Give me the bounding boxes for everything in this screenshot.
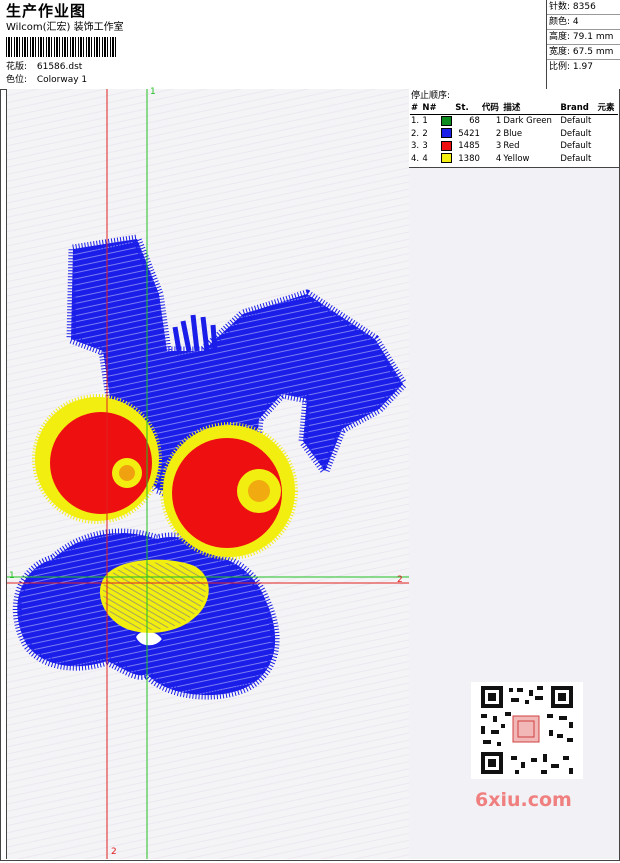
page-title: 生产作业图 xyxy=(6,2,87,20)
stats-panel: 针数: 8356 颜色: 4 高度: 79.1 mm 宽度: 67.5 mm 比… xyxy=(546,0,620,89)
color-swatch-yellow xyxy=(440,153,452,163)
pattern-value: 61586.dst xyxy=(36,62,83,72)
header: 生产作业图 Wilcom(汇宏) 装饰工作室 花版: 61586.dst 色位:… xyxy=(0,0,620,90)
axis-label-h-left: 1 xyxy=(9,571,15,581)
col-desc: 描述 xyxy=(502,103,560,115)
table-row[interactable]: 3. 3 1485 3 Red Default xyxy=(410,140,618,153)
col-idx: # xyxy=(410,103,422,115)
color-swatch-blue xyxy=(440,128,452,138)
stat-width: 宽度: 67.5 mm xyxy=(547,45,620,60)
company-name: Wilcom(汇宏) 装饰工作室 xyxy=(6,22,124,33)
axis-label-v1-top: 1 xyxy=(150,87,156,97)
col-code: 代码 xyxy=(480,103,503,115)
colorway-value: Colorway 1 xyxy=(36,75,88,85)
table-row[interactable]: 2. 2 5421 2 Blue Default xyxy=(410,128,618,141)
stop-sequence-panel: 停止顺序: # N# St. 代码 描述 Brand 元素 1. 1 68 1 … xyxy=(409,89,619,168)
stat-height: 高度: 79.1 mm xyxy=(547,30,620,45)
color-swatch-dark-green xyxy=(440,115,452,126)
stop-sequence-title: 停止顺序: xyxy=(411,91,451,101)
right-eye xyxy=(160,422,298,560)
axis-label-h-right: 2 xyxy=(397,575,403,585)
qr-code-graphic xyxy=(471,682,583,779)
embroidery-preview xyxy=(7,89,409,859)
stat-ratio: 比例: 1.97 xyxy=(549,62,593,72)
stat-stitches: 针数: 8356 xyxy=(547,0,620,15)
color-swatch-red xyxy=(440,140,452,151)
side-panel: 停止顺序: # N# St. 代码 描述 Brand 元素 1. 1 68 1 … xyxy=(409,89,619,859)
design-canvas[interactable]: 1 2 1 2 xyxy=(6,87,410,859)
watermark-text: 6xiu.com xyxy=(475,789,572,811)
col-st: St. xyxy=(454,103,481,115)
qr-logo xyxy=(512,715,540,743)
col-n: N# xyxy=(421,103,440,115)
axis-label-v1-bottom: 2 xyxy=(111,847,117,857)
colorway-label: 色位: xyxy=(6,75,28,85)
table-row[interactable]: 1. 1 68 1 Dark Green Default xyxy=(410,115,618,128)
stop-sequence-table: # N# St. 代码 描述 Brand 元素 1. 1 68 1 Dark G… xyxy=(410,103,618,165)
header-info: 生产作业图 Wilcom(汇宏) 装饰工作室 xyxy=(6,2,536,34)
qr-code xyxy=(471,682,583,779)
pattern-label: 花版: xyxy=(6,62,28,72)
col-element: 元素 xyxy=(596,103,618,115)
col-brand: Brand xyxy=(559,103,597,115)
barcode xyxy=(6,37,118,57)
pattern-row: 花版: 61586.dst xyxy=(6,61,82,73)
col-swatch xyxy=(439,103,455,115)
left-eye xyxy=(32,394,162,524)
stat-colors: 颜色: 4 xyxy=(547,15,620,30)
colorway-row: 色位: Colorway 1 xyxy=(6,74,87,86)
table-row[interactable]: 4. 4 1380 4 Yellow Default xyxy=(410,153,618,166)
table-header-row: # N# St. 代码 描述 Brand 元素 xyxy=(410,103,618,115)
